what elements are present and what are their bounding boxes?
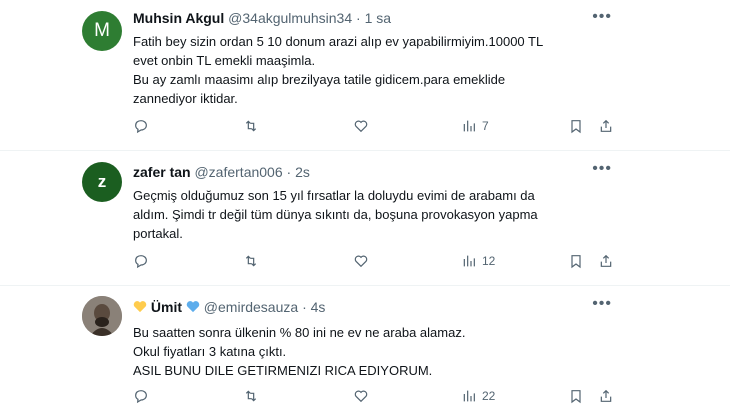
user-name[interactable]: Muhsin Akgul [133, 10, 224, 26]
user-name[interactable]: zafer tan [133, 164, 191, 180]
like-button[interactable] [353, 118, 369, 134]
like-button[interactable] [353, 253, 369, 269]
separator: · [356, 10, 361, 26]
share-icon [600, 389, 612, 402]
tweet-header: Muhsin Akgul @34akgulmuhsin34 · 1 sa [133, 10, 391, 26]
reply-icon [135, 390, 147, 404]
views-count: 7 [482, 119, 489, 133]
retweet-icon [245, 390, 257, 402]
reply-icon [135, 120, 147, 134]
tweet-text: Fatih bey sizin ordan 5 10 donum arazi a… [133, 34, 544, 106]
bookmark-button[interactable] [568, 118, 584, 134]
like-button[interactable] [353, 388, 369, 404]
user-handle[interactable]: @zafertan006 [194, 164, 282, 180]
share-button[interactable] [598, 388, 614, 404]
timestamp[interactable]: 1 sa [365, 10, 391, 26]
bookmark-icon [571, 255, 581, 269]
retweet-button[interactable] [243, 118, 259, 134]
bookmark-button[interactable] [568, 388, 584, 404]
views-button[interactable]: 12 [461, 253, 495, 269]
avatar[interactable]: Z [82, 162, 122, 202]
share-button[interactable] [598, 118, 614, 134]
views-icon [463, 390, 475, 402]
views-icon [463, 120, 475, 132]
retweet-button[interactable] [243, 388, 259, 404]
tweet-header: zafer tan @zafertan006 · 2s [133, 164, 310, 180]
timestamp[interactable]: 2s [295, 164, 310, 180]
avatar[interactable] [82, 296, 122, 336]
retweet-button[interactable] [243, 253, 259, 269]
separator: · [302, 299, 307, 315]
like-icon [354, 255, 368, 268]
retweet-icon [245, 120, 257, 132]
bookmark-icon [571, 120, 581, 134]
more-icon[interactable]: ••• [592, 295, 612, 313]
tweet-header: Ümit @emirdesauza · 4s [133, 299, 325, 315]
more-icon[interactable]: ••• [592, 160, 612, 178]
views-count: 22 [482, 389, 496, 403]
like-icon [354, 390, 368, 403]
timestamp[interactable]: 4s [311, 299, 326, 315]
user-name[interactable]: Ümit [151, 299, 182, 315]
separator: · [286, 164, 292, 180]
share-icon [600, 254, 612, 267]
share-icon [600, 119, 612, 132]
like-icon [354, 120, 368, 133]
more-icon[interactable]: ••• [592, 8, 612, 26]
tweet-text: Geçmiş olduğumuz son 15 yıl fırsatlar la… [133, 188, 538, 241]
reply-button[interactable] [133, 388, 149, 404]
yellow-heart-icon [133, 301, 147, 313]
views-button[interactable]: 22 [461, 388, 495, 404]
reply-button[interactable] [133, 118, 149, 134]
views-count: 12 [482, 254, 496, 268]
avatar[interactable]: M [82, 11, 122, 51]
share-button[interactable] [598, 253, 614, 269]
action-bar: 12 [0, 253, 730, 273]
blue-heart-icon [186, 301, 200, 313]
views-button[interactable]: 7 [461, 118, 489, 134]
retweet-icon [245, 255, 257, 267]
action-bar: 7 [0, 118, 730, 138]
user-handle[interactable]: @emirdesauza [204, 299, 298, 315]
reply-icon [135, 255, 147, 269]
bookmark-button[interactable] [568, 253, 584, 269]
action-bar: 22 [0, 388, 730, 408]
tweet-text: Bu saatten sonra ülkenin % 80 ini ne ev … [133, 325, 466, 378]
avatar-photo [82, 296, 122, 336]
reply-button[interactable] [133, 253, 149, 269]
views-icon [463, 255, 475, 267]
user-handle[interactable]: @34akgulmuhsin34 [228, 10, 352, 26]
bookmark-icon [571, 390, 581, 404]
